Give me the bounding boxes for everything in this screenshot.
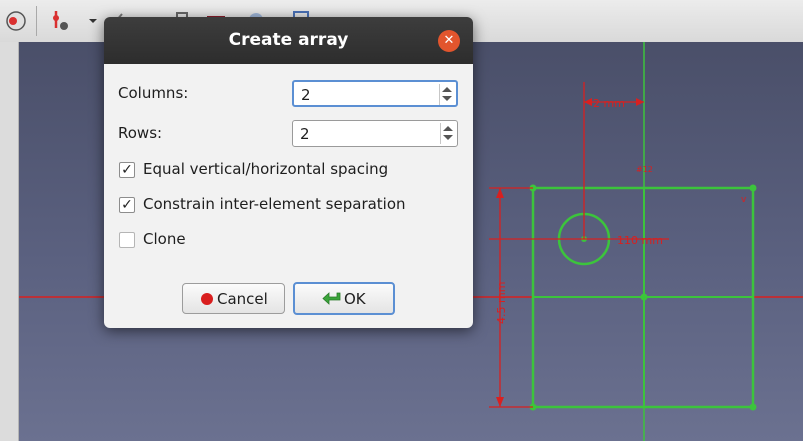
chevron-up-icon[interactable] (442, 87, 452, 92)
toolbar-separator (36, 6, 37, 36)
sketch-icon[interactable] (4, 8, 28, 32)
rows-stepper[interactable] (440, 123, 455, 144)
columns-label: Columns: (118, 84, 189, 102)
close-button[interactable]: ✕ (438, 30, 460, 52)
checkmark-icon: ✓ (121, 162, 133, 178)
cancel-button[interactable]: Cancel (182, 283, 285, 314)
dialog-titlebar[interactable]: Create array ✕ (104, 17, 473, 64)
vertex-point[interactable] (749, 184, 757, 192)
checkmark-icon: ✓ (121, 197, 133, 213)
dimension-arrow (636, 98, 644, 106)
side-panel (0, 42, 19, 441)
vertex-point[interactable] (749, 403, 757, 411)
dimension-arrow (584, 98, 592, 106)
dimension-label-vertical[interactable]: 4.5 mm (495, 282, 508, 324)
dimension-label-110mm[interactable]: 110 mm (617, 234, 663, 247)
chevron-down-icon[interactable] (442, 96, 452, 101)
columns-stepper[interactable] (439, 84, 454, 105)
dimension-arrow (496, 188, 504, 198)
ok-label: OK (344, 290, 366, 308)
cancel-label: Cancel (217, 290, 268, 308)
chevron-up-icon[interactable] (443, 126, 453, 131)
chevron-down-icon[interactable] (443, 135, 453, 140)
dialog-title: Create array (228, 30, 349, 50)
cancel-icon (201, 293, 213, 305)
dropdown-arrow-icon[interactable] (88, 8, 98, 32)
columns-spinbox[interactable]: 2 (292, 80, 458, 107)
dimension-label-2mm[interactable]: 2 mm (593, 97, 625, 110)
clone-checkbox[interactable] (119, 232, 135, 248)
constraint-mark: v (741, 195, 747, 205)
constrain-separation-label[interactable]: Constrain inter-element separation (143, 195, 406, 213)
rows-label: Rows: (118, 124, 163, 142)
equal-spacing-label[interactable]: Equal vertical/horizontal spacing (143, 160, 388, 178)
clone-label[interactable]: Clone (143, 230, 186, 248)
equal-spacing-checkbox[interactable]: ✓ (119, 162, 135, 178)
ok-button[interactable]: OK (293, 282, 395, 315)
create-array-dialog: Create array ✕ Columns: 2 Rows: 2 ✓ Equa… (104, 17, 473, 328)
constraint-mark: #12 (636, 165, 653, 174)
vertex-point[interactable] (640, 293, 648, 301)
constrain-separation-checkbox[interactable]: ✓ (119, 197, 135, 213)
rows-value[interactable]: 2 (300, 125, 310, 143)
close-icon: ✕ (443, 33, 455, 48)
rows-spinbox[interactable]: 2 (292, 120, 458, 147)
constraint-icon[interactable] (50, 8, 74, 32)
ok-arrow-icon (322, 292, 341, 305)
columns-value[interactable]: 2 (301, 86, 311, 104)
dimension-arrow (496, 397, 504, 407)
